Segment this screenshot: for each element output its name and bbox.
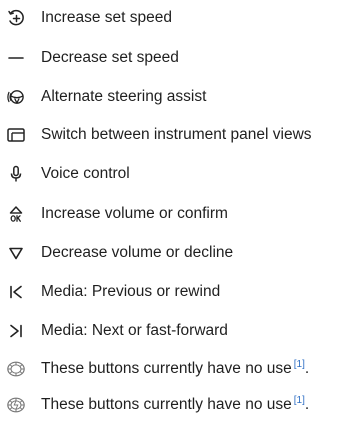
legend-item-label: Decrease volume or decline xyxy=(41,244,234,261)
legend-item-left-cluster-no-use: These buttons currently have no use [1]. xyxy=(0,352,362,386)
legend-item-decrease-set-speed: Decrease set speed xyxy=(0,41,362,75)
minus-icon xyxy=(6,48,26,68)
steering-wheel-button-legend: Increase set speed Decrease set speed Al… xyxy=(0,0,362,418)
right-button-cluster-icon xyxy=(6,395,26,415)
legend-item-label: Increase set speed xyxy=(41,9,172,26)
legend-item-label: Decrease set speed xyxy=(41,49,179,66)
legend-item-label: These buttons currently have no use [1]. xyxy=(41,358,310,377)
legend-item-media-next: Media: Next or fast-forward xyxy=(0,314,362,348)
legend-item-media-previous: Media: Previous or rewind xyxy=(0,275,362,309)
next-track-icon xyxy=(6,321,26,341)
legend-item-label: These buttons currently have no use [1]. xyxy=(41,394,310,413)
volume-up-ok-icon xyxy=(6,204,26,224)
legend-item-right-cluster-no-use: These buttons currently have no use [1]. xyxy=(0,388,362,422)
legend-item-increase-volume-or-confirm: Increase volume or confirm xyxy=(0,197,362,231)
footnote-reference-link[interactable]: [1] xyxy=(294,395,305,406)
legend-item-switch-instrument-panel-views: Switch between instrument panel views xyxy=(0,118,362,152)
triangle-down-icon xyxy=(6,243,26,263)
increase-set-speed-icon xyxy=(6,8,26,28)
legend-item-label: Media: Previous or rewind xyxy=(41,283,221,300)
legend-item-label: Alternate steering assist xyxy=(41,88,207,105)
instrument-panel-views-icon xyxy=(6,125,26,145)
steering-wheel-assist-icon xyxy=(6,87,26,107)
microphone-icon xyxy=(6,164,26,184)
legend-item-label: Media: Next or fast-forward xyxy=(41,322,228,339)
legend-item-alternate-steering-assist: Alternate steering assist xyxy=(0,80,362,114)
legend-item-decrease-volume-or-decline: Decrease volume or decline xyxy=(0,236,362,270)
previous-track-icon xyxy=(6,282,26,302)
legend-item-label: Switch between instrument panel views xyxy=(41,126,312,143)
left-button-cluster-icon xyxy=(6,359,26,379)
legend-item-voice-control: Voice control xyxy=(0,157,362,191)
legend-item-label: Voice control xyxy=(41,165,130,182)
legend-item-label: Increase volume or confirm xyxy=(41,205,228,222)
legend-item-increase-set-speed: Increase set speed xyxy=(0,1,362,35)
footnote-reference-link[interactable]: [1] xyxy=(294,359,305,370)
